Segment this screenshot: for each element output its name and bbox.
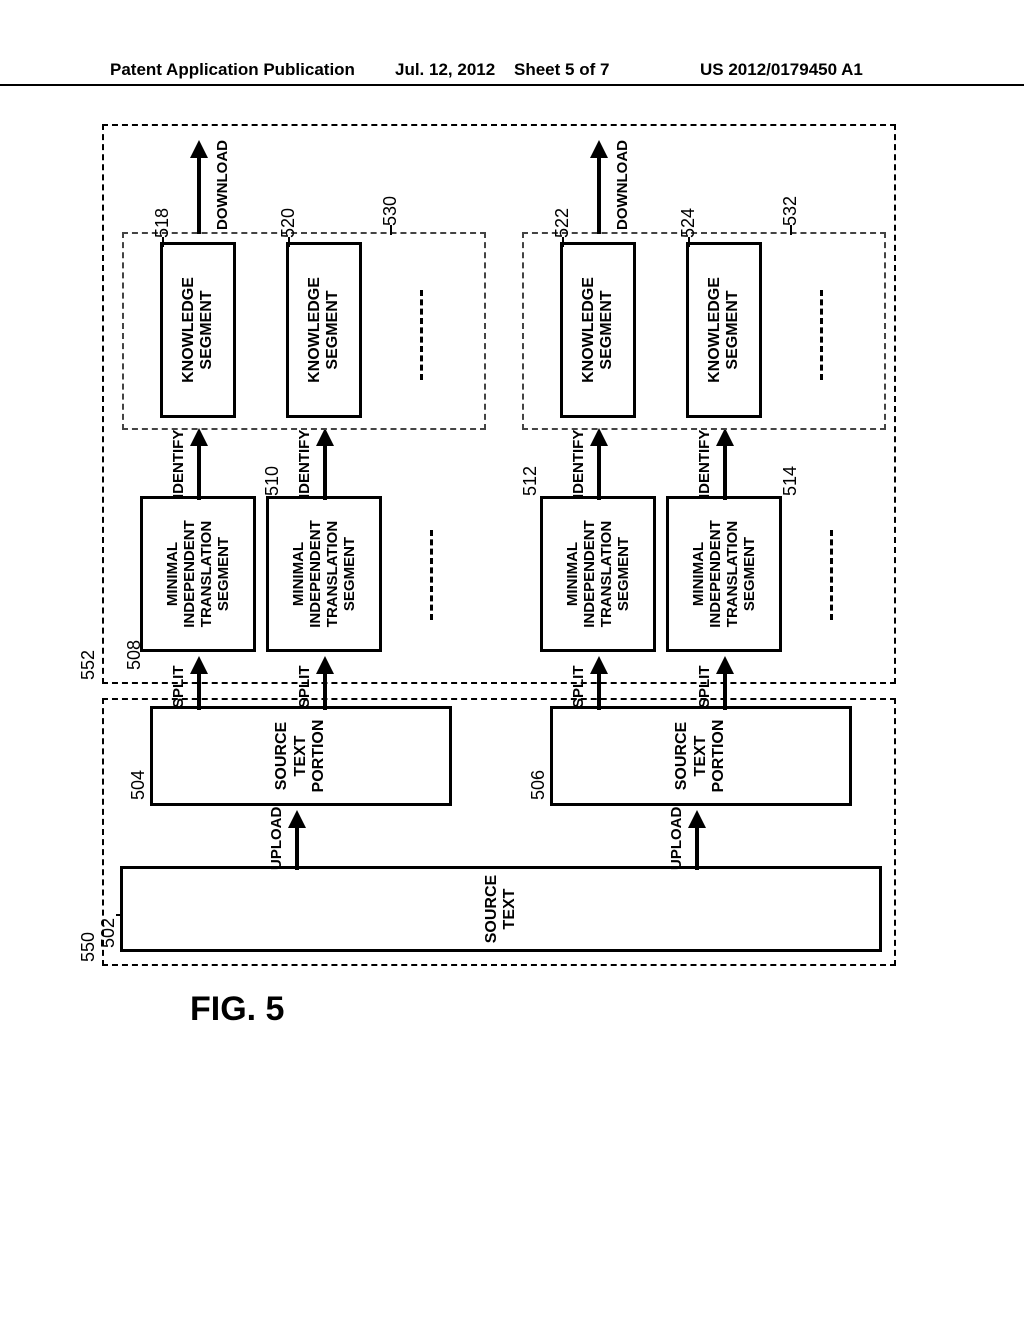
mits-508: MINIMAL INDEPENDENT TRANSLATION SEGMENT: [140, 496, 256, 652]
mits-512: MINIMAL INDEPENDENT TRANSLATION SEGMENT: [540, 496, 656, 652]
page-header-pubno: US 2012/0179450 A1: [700, 60, 863, 80]
knowledge-segment-520: KNOWLEDGE SEGMENT: [286, 242, 362, 418]
ref-518: 518: [152, 208, 173, 238]
identify-label-4: IDENTIFY: [696, 430, 713, 498]
arrow-identify-2: [318, 428, 332, 500]
ref-550: 550: [78, 932, 99, 962]
arrow-download-1: [192, 140, 206, 234]
identify-label-3: IDENTIFY: [570, 430, 587, 498]
page-header-sheet: Sheet 5 of 7: [514, 60, 609, 80]
arrow-identify-1: [192, 428, 206, 500]
ref-524: 524: [678, 208, 699, 238]
arrow-split-4: [718, 656, 732, 710]
arrow-split-2: [318, 656, 332, 710]
page-header-date: Jul. 12, 2012: [395, 60, 495, 80]
source-text-label: SOURCE TEXT: [483, 875, 520, 943]
arrow-split-1: [192, 656, 206, 710]
split-label-2: SPLIT: [296, 665, 313, 708]
download-label-2: DOWNLOAD: [614, 140, 631, 230]
source-text-portion-506: SOURCE TEXT PORTION: [550, 706, 852, 806]
ref-552: 552: [78, 650, 99, 680]
continuation-dash-1: [430, 530, 433, 620]
source-text-box: SOURCE TEXT: [120, 866, 882, 952]
identify-label-1: IDENTIFY: [170, 430, 187, 498]
identify-label-2: IDENTIFY: [296, 430, 313, 498]
mits-510-label: MINIMAL INDEPENDENT TRANSLATION SEGMENT: [290, 520, 359, 628]
split-label-3: SPLIT: [570, 665, 587, 708]
download-label-1: DOWNLOAD: [214, 140, 231, 230]
upload-label-2: UPLOAD: [668, 807, 685, 870]
ref-522: 522: [552, 208, 573, 238]
upload-label-1: UPLOAD: [268, 807, 285, 870]
arrow-split-3: [592, 656, 606, 710]
stp-504-label: SOURCE TEXT PORTION: [273, 720, 328, 793]
split-label-1: SPLIT: [170, 665, 187, 708]
ks-522-label: KNOWLEDGE SEGMENT: [580, 277, 617, 383]
ref-512: 512: [520, 466, 541, 496]
mits-514: MINIMAL INDEPENDENT TRANSLATION SEGMENT: [666, 496, 782, 652]
continuation-dash-2: [830, 530, 833, 620]
source-text-portion-504: SOURCE TEXT PORTION: [150, 706, 452, 806]
ref-514: 514: [780, 466, 801, 496]
arrow-upload-2: [690, 810, 704, 870]
ref-502: 502: [98, 918, 119, 948]
arrow-upload-1: [290, 810, 304, 870]
ks-524-label: KNOWLEDGE SEGMENT: [706, 277, 743, 383]
knowledge-segment-518: KNOWLEDGE SEGMENT: [160, 242, 236, 418]
arrow-download-2: [592, 140, 606, 234]
figure-5-diagram: 550 SOURCE TEXT 502 UPLOAD UPLOAD SOURCE…: [90, 120, 920, 970]
continuation-dash-3: [420, 290, 423, 380]
ref-506: 506: [528, 770, 549, 800]
ref-530: 530: [380, 196, 401, 226]
mits-510: MINIMAL INDEPENDENT TRANSLATION SEGMENT: [266, 496, 382, 652]
mits-514-label: MINIMAL INDEPENDENT TRANSLATION SEGMENT: [690, 520, 759, 628]
ks-518-label: KNOWLEDGE SEGMENT: [180, 277, 217, 383]
ref-508: 508: [124, 640, 145, 670]
mits-508-label: MINIMAL INDEPENDENT TRANSLATION SEGMENT: [164, 520, 233, 628]
arrow-identify-4: [718, 428, 732, 500]
knowledge-segment-522: KNOWLEDGE SEGMENT: [560, 242, 636, 418]
figure-label: FIG. 5: [190, 990, 284, 1029]
ref-520: 520: [278, 208, 299, 238]
arrow-identify-3: [592, 428, 606, 500]
knowledge-segment-524: KNOWLEDGE SEGMENT: [686, 242, 762, 418]
mits-512-label: MINIMAL INDEPENDENT TRANSLATION SEGMENT: [564, 520, 633, 628]
page-header-publication: Patent Application Publication: [110, 60, 355, 80]
ref-532: 532: [780, 196, 801, 226]
split-label-4: SPLIT: [696, 665, 713, 708]
stp-506-label: SOURCE TEXT PORTION: [673, 720, 728, 793]
ks-520-label: KNOWLEDGE SEGMENT: [306, 277, 343, 383]
ref-510: 510: [262, 466, 283, 496]
ref-504: 504: [128, 770, 149, 800]
continuation-dash-4: [820, 290, 823, 380]
